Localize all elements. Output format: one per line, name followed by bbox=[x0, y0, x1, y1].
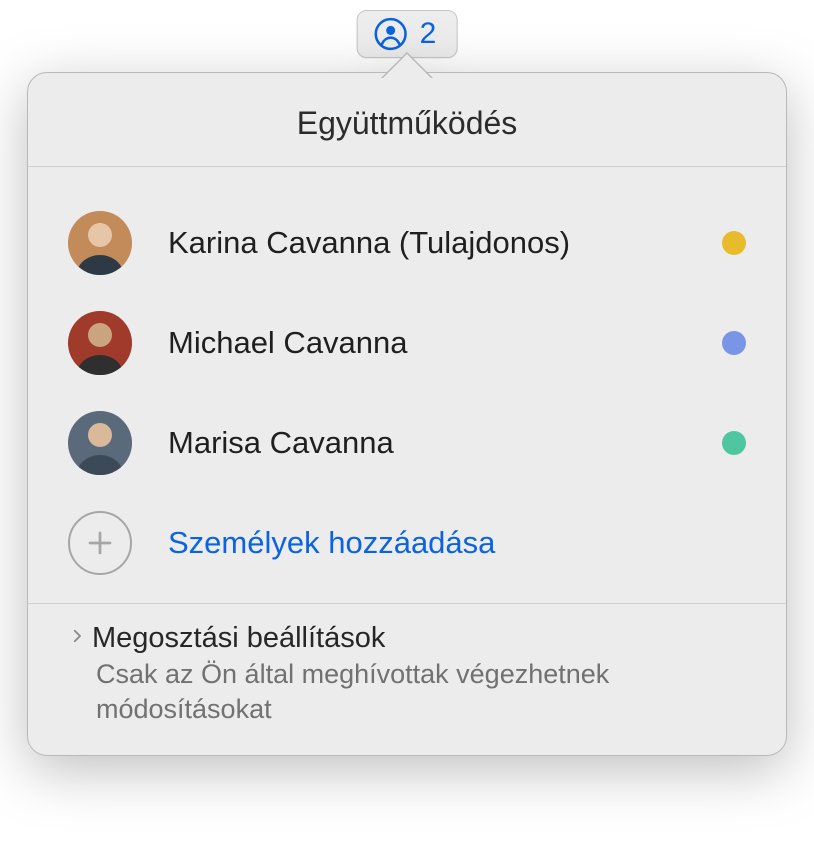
participant-name: Marisa Cavanna bbox=[168, 425, 722, 461]
sharing-settings-row[interactable]: Megosztási beállítások Csak az Ön által … bbox=[28, 604, 786, 755]
user-collaboration-icon bbox=[374, 17, 408, 51]
status-dot bbox=[722, 331, 746, 355]
status-dot bbox=[722, 431, 746, 455]
plus-circle-icon bbox=[68, 511, 132, 575]
add-people-label: Személyek hozzáadása bbox=[168, 525, 746, 561]
avatar bbox=[68, 211, 132, 275]
collaboration-popover: Együttműködés Karina Cavanna (Tulajdonos… bbox=[27, 72, 787, 756]
participant-row[interactable]: Karina Cavanna (Tulajdonos) bbox=[68, 193, 746, 293]
participant-name: Karina Cavanna (Tulajdonos) bbox=[168, 225, 722, 261]
add-people-button[interactable]: Személyek hozzáadása bbox=[68, 493, 746, 593]
participant-row[interactable]: Michael Cavanna bbox=[68, 293, 746, 393]
participant-row[interactable]: Marisa Cavanna bbox=[68, 393, 746, 493]
avatar bbox=[68, 311, 132, 375]
collaboration-toolbar-button[interactable]: 2 bbox=[357, 10, 458, 58]
chevron-right-icon bbox=[68, 627, 86, 650]
participants-list: Karina Cavanna (Tulajdonos) Michael Cava… bbox=[28, 167, 786, 603]
sharing-settings-title: Megosztási beállítások bbox=[92, 622, 385, 655]
collaboration-count: 2 bbox=[420, 17, 437, 51]
participant-name: Michael Cavanna bbox=[168, 325, 722, 361]
avatar bbox=[68, 411, 132, 475]
sharing-settings-subtitle: Csak az Ön által meghívottak végezhetnek… bbox=[96, 657, 726, 727]
popover-title: Együttműködés bbox=[28, 73, 786, 166]
status-dot bbox=[722, 231, 746, 255]
